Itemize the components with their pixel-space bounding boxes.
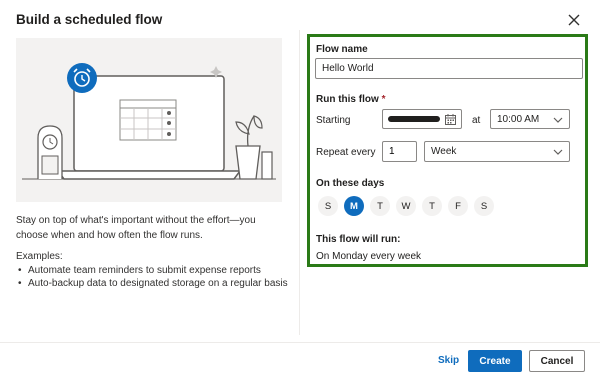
summary-label: This flow will run: bbox=[316, 234, 401, 245]
create-button[interactable]: Create bbox=[468, 350, 522, 372]
run-flow-text: Run this flow bbox=[316, 94, 379, 105]
chevron-down-icon bbox=[553, 149, 563, 155]
description-text: Stay on top of what's important without … bbox=[16, 215, 256, 241]
day-tuesday[interactable]: T bbox=[370, 196, 390, 216]
calendar-icon[interactable] bbox=[445, 114, 456, 125]
days-label: On these days bbox=[316, 178, 385, 189]
time-select[interactable]: 10:00 AM bbox=[490, 109, 570, 129]
day-wednesday[interactable]: W bbox=[396, 196, 416, 216]
list-item: Auto-backup data to designated storage o… bbox=[18, 277, 288, 290]
day-saturday[interactable]: S bbox=[474, 196, 494, 216]
list-item: Automate team reminders to submit expens… bbox=[18, 264, 288, 277]
repeat-every-label: Repeat every bbox=[316, 147, 376, 158]
examples-list: Automate team reminders to submit expens… bbox=[18, 264, 288, 290]
footer-divider bbox=[0, 342, 600, 343]
summary-value: On Monday every week bbox=[316, 251, 422, 262]
starting-label: Starting bbox=[316, 115, 351, 126]
day-friday[interactable]: F bbox=[448, 196, 468, 216]
required-marker: * bbox=[381, 94, 386, 105]
day-sunday[interactable]: S bbox=[318, 196, 338, 216]
run-flow-label: Run this flow * bbox=[316, 94, 385, 105]
frequency-select[interactable]: Week bbox=[424, 141, 570, 162]
day-picker: S M T W T F S bbox=[318, 196, 494, 216]
chevron-down-icon bbox=[553, 117, 563, 123]
divider bbox=[299, 30, 300, 335]
skip-button[interactable]: Skip bbox=[438, 355, 459, 366]
dialog-title: Build a scheduled flow bbox=[16, 12, 163, 27]
redacted-date bbox=[388, 116, 440, 122]
day-thursday[interactable]: T bbox=[422, 196, 442, 216]
close-icon[interactable] bbox=[566, 12, 582, 28]
day-monday[interactable]: M bbox=[344, 196, 364, 216]
illustration bbox=[16, 38, 282, 202]
start-date-picker[interactable] bbox=[382, 109, 462, 129]
time-value: 10:00 AM bbox=[497, 114, 540, 125]
examples-label: Examples: bbox=[16, 251, 63, 262]
flow-name-input[interactable] bbox=[315, 58, 583, 79]
cancel-button[interactable]: Cancel bbox=[529, 350, 585, 372]
laptop-calendar-illustration bbox=[22, 63, 276, 180]
frequency-value: Week bbox=[431, 146, 457, 157]
interval-input[interactable] bbox=[382, 141, 417, 162]
at-label: at bbox=[472, 115, 481, 126]
flow-name-label: Flow name bbox=[316, 44, 368, 55]
